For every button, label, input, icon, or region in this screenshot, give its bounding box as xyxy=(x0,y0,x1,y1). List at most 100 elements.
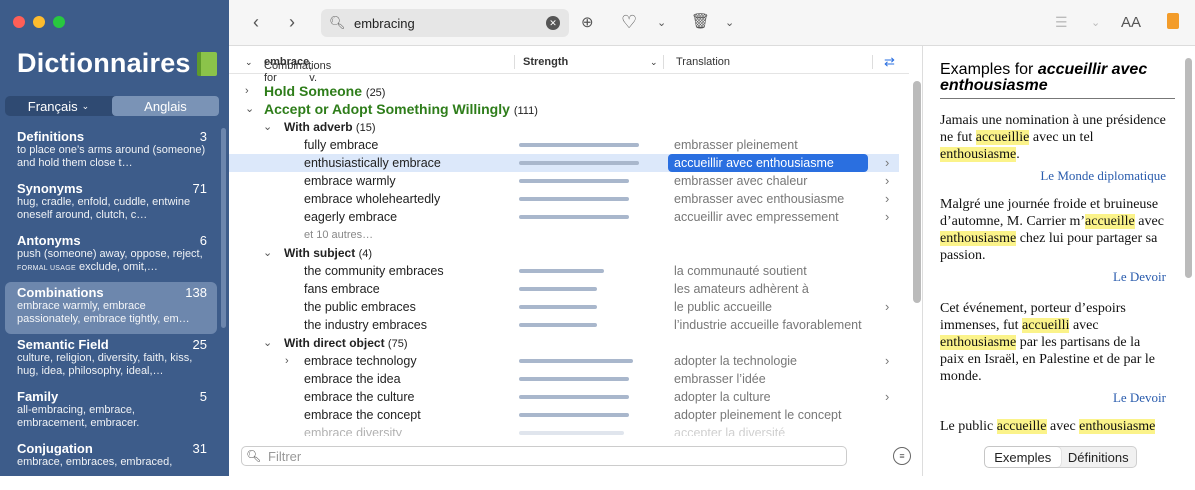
tab-examples[interactable]: Exemples xyxy=(985,447,1061,467)
combination-row[interactable]: embrace the concept adopter pleinement le… xyxy=(229,406,899,424)
subgroup-row[interactable]: ⌄ With subject (4) xyxy=(229,244,899,262)
example-source-link[interactable]: Le Devoir xyxy=(940,268,1166,285)
combination-row[interactable]: the community embraces la communauté sout… xyxy=(229,262,899,280)
highlighted-term: accueille xyxy=(1085,214,1135,229)
combination-row[interactable]: embrace the culture adopter la culture › xyxy=(229,388,899,406)
example-text: Le public xyxy=(940,419,997,434)
translation-column-title[interactable]: Translation xyxy=(676,56,730,68)
app-title: Dictionnaires xyxy=(17,48,217,79)
filter-field[interactable]: 🔍︎ Filtrer xyxy=(241,446,847,466)
app-title-text: Dictionnaires xyxy=(17,48,191,78)
subgroup-count: (75) xyxy=(387,338,408,350)
combinations-column-title[interactable]: Combinations for embrace, v. xyxy=(264,56,331,84)
combination-row[interactable]: fully embrace embrasser pleinement xyxy=(229,136,899,154)
antonyms-desc-b: exclude, omit,… xyxy=(75,261,158,273)
more-row[interactable]: et 10 autres… xyxy=(229,226,899,244)
disclosure-icon[interactable]: ⌄ xyxy=(263,244,272,262)
column-separator xyxy=(514,55,515,69)
sidebar-item-family[interactable]: Family 5 all-embracing, embrace, embracem… xyxy=(5,386,217,438)
orange-book-icon[interactable] xyxy=(1167,13,1179,29)
lang-tab-english[interactable]: Anglais xyxy=(112,96,219,116)
lang-tab-french[interactable]: Français ⌄ xyxy=(5,96,112,116)
combination-label: fully embrace xyxy=(304,138,379,152)
disclosure-icon[interactable]: ⌄ xyxy=(245,100,254,118)
translation-text: accepter la diversité xyxy=(674,426,786,436)
example-source-link[interactable]: Le Monde diplomatique xyxy=(940,167,1166,184)
highlighted-term: enthousiasme xyxy=(940,335,1017,350)
combination-row[interactable]: embrace the idea embrasser l’idée xyxy=(229,370,899,388)
indent-menu-chevron-icon[interactable]: ⌄ xyxy=(1091,14,1100,32)
disclosure-icon[interactable]: › xyxy=(285,352,289,370)
close-window-button[interactable] xyxy=(13,16,25,28)
search-icon: 🔍︎ xyxy=(246,449,262,463)
disclosure-icon[interactable]: ⌄ xyxy=(263,334,272,352)
search-input[interactable]: embracing xyxy=(351,16,546,31)
chevron-down-icon[interactable]: ⌄ xyxy=(650,57,658,68)
heart-icon[interactable]: ♡ xyxy=(621,13,637,31)
chevron-right-icon[interactable]: › xyxy=(885,172,889,190)
disclosure-icon[interactable]: › xyxy=(245,82,249,100)
combination-row[interactable]: the public embraces le public accueille › xyxy=(229,298,899,316)
sidebar-item-definitions[interactable]: Definitions 3 to place one’s arms around … xyxy=(5,126,217,178)
indent-icon[interactable]: ☰ xyxy=(1055,13,1068,31)
trash-icon[interactable]: 🗑︎ xyxy=(691,13,710,31)
sidebar-item-semantic-field[interactable]: Semantic Field 25 culture, religion, dive… xyxy=(5,334,217,386)
examples-title-prefix: Examples for xyxy=(940,61,1038,78)
combination-row[interactable]: embrace diversity accepter la diversité xyxy=(229,424,899,436)
sidebar-item-count: 71 xyxy=(192,181,207,196)
highlighted-term: enthousiasme xyxy=(940,147,1017,162)
sidebar-item-antonyms[interactable]: Antonyms 6 push (someone) away, oppose, r… xyxy=(5,230,217,282)
strength-bar xyxy=(519,395,629,399)
sidebar-scrollbar[interactable] xyxy=(221,128,226,328)
chevron-right-icon[interactable]: › xyxy=(885,352,889,370)
combination-row[interactable]: embrace wholeheartedly embrasser avec ent… xyxy=(229,190,899,208)
subgroup-row[interactable]: ⌄ With adverb (15) xyxy=(229,118,899,136)
sidebar-item-synonyms[interactable]: Synonyms 71 hug, cradle, enfold, cuddle, … xyxy=(5,178,217,230)
chevron-right-icon[interactable]: › xyxy=(885,190,889,208)
forward-arrow-icon[interactable]: › xyxy=(289,13,295,31)
examples-scrollbar[interactable] xyxy=(1185,58,1192,278)
zoom-plus-icon[interactable]: ⊕ xyxy=(581,14,594,32)
disclosure-icon[interactable]: ⌄ xyxy=(263,118,272,136)
examples-pane: Examples for accueillir avec enthousiasm… xyxy=(923,46,1195,476)
search-field[interactable]: 🔍︎ embracing ✕ xyxy=(321,9,569,37)
combination-row[interactable]: the industry embraces l’industrie accueil… xyxy=(229,316,899,334)
combination-row[interactable]: eagerly embrace accueillir avec empressem… xyxy=(229,208,899,226)
chevron-right-icon[interactable]: › xyxy=(885,154,889,172)
lang-tab-english-label: Anglais xyxy=(144,98,187,114)
example-source-link[interactable]: Le Devoir xyxy=(940,389,1166,406)
chevron-right-icon[interactable]: › xyxy=(885,298,889,316)
combinations-scrollbar[interactable] xyxy=(913,81,921,303)
sidebar-item-label: Combinations xyxy=(17,285,104,300)
sidebar-item-combinations[interactable]: Combinations 138 embrace warmly, embrace … xyxy=(5,282,217,334)
combination-row[interactable]: fans embrace les amateurs adhèrent à xyxy=(229,280,899,298)
text-size-icon[interactable]: AA xyxy=(1121,14,1141,32)
chevron-right-icon[interactable]: › xyxy=(885,208,889,226)
options-menu-icon[interactable]: ≡ xyxy=(893,447,911,465)
highlighted-term: enthousiasme xyxy=(1079,419,1156,434)
favorites-menu-chevron-icon[interactable]: ⌄ xyxy=(657,14,666,32)
trash-menu-chevron-icon[interactable]: ⌄ xyxy=(725,14,734,32)
subgroup-row[interactable]: ⌄ With direct object (75) xyxy=(229,334,899,352)
sidebar-item-desc: culture, religion, diversity, faith, kis… xyxy=(17,352,193,377)
lang-tab-french-label: Français xyxy=(27,98,78,114)
chevron-right-icon[interactable]: › xyxy=(885,388,889,406)
minimize-window-button[interactable] xyxy=(33,16,45,28)
combination-row[interactable]: › embrace technology adopter la technologi… xyxy=(229,352,899,370)
group-row[interactable]: ⌄ Accept or Adopt Something Willingly (11… xyxy=(229,100,899,118)
translation-text: la communauté soutient xyxy=(674,264,807,278)
back-arrow-icon[interactable]: ‹ xyxy=(253,13,259,31)
translation-text: embrasser avec chaleur xyxy=(674,174,808,188)
group-row[interactable]: › Hold Someone (25) xyxy=(229,82,899,100)
clear-search-icon[interactable]: ✕ xyxy=(546,16,560,30)
combination-row[interactable]: embrace warmly embrasser avec chaleur › xyxy=(229,172,899,190)
sidebar-item-conjugation[interactable]: Conjugation 31 embrace, embraces, embrace… xyxy=(5,438,217,490)
tab-definitions[interactable]: Définitions xyxy=(1061,447,1137,467)
combination-row[interactable]: enthusiastically embrace accueillir avec … xyxy=(229,154,899,172)
chevron-down-icon[interactable]: ⌄ xyxy=(245,57,253,68)
zoom-window-button[interactable] xyxy=(53,16,65,28)
filter-input[interactable]: Filtrer xyxy=(268,449,301,464)
strength-column-title[interactable]: Strength xyxy=(523,56,568,68)
more-link[interactable]: et 10 autres… xyxy=(304,226,373,244)
swap-icon[interactable]: ⇄ xyxy=(884,54,895,70)
